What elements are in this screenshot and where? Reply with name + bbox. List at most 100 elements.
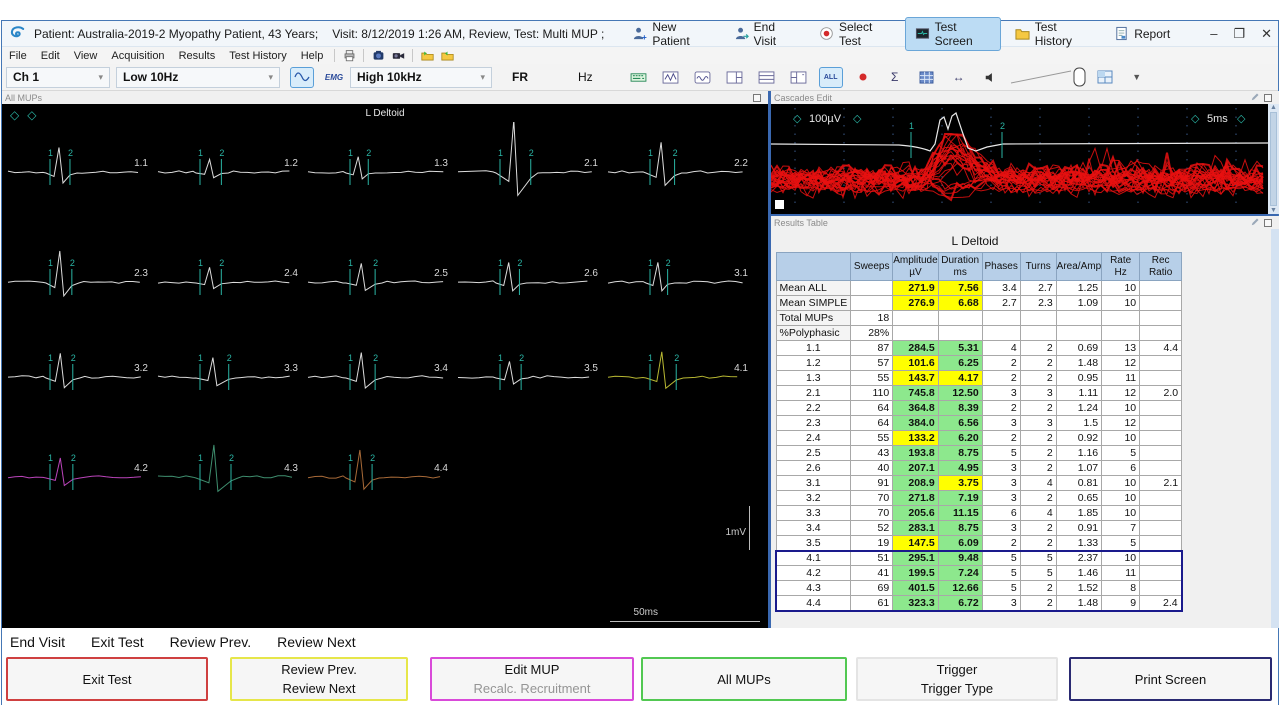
- test-history-button[interactable]: Test History: [1005, 17, 1100, 51]
- mup-trace-2.3[interactable]: 122.3: [2, 232, 152, 327]
- record-dot-icon[interactable]: [851, 67, 875, 88]
- table-row[interactable]: 1.355143.74.17220.9511: [776, 371, 1182, 386]
- menu-results[interactable]: Results: [172, 50, 223, 62]
- mup-trace-2.1[interactable]: 122.1: [452, 122, 602, 232]
- table-row[interactable]: 3.452283.18.75320.917: [776, 521, 1182, 536]
- layout-split-top-icon[interactable]: [755, 67, 779, 88]
- mup-trace-2.6[interactable]: 122.6: [452, 232, 602, 327]
- end-visit-button[interactable]: End Visit: [724, 17, 805, 51]
- table-row[interactable]: 1.187284.55.31420.69134.4: [776, 341, 1182, 356]
- panel-tools-icon[interactable]: [1251, 92, 1260, 103]
- expand-icon[interactable]: ↔: [947, 67, 971, 88]
- mup-trace-1.1[interactable]: 121.1: [2, 122, 152, 232]
- menu-edit[interactable]: Edit: [34, 50, 67, 62]
- mup-trace-4.4[interactable]: 124.4: [302, 427, 452, 542]
- mup-trace-3.2[interactable]: 123.2: [2, 327, 152, 427]
- mup-trace-3.5[interactable]: 123.5: [452, 327, 602, 427]
- table-row[interactable]: 2.264364.88.39221.2410: [776, 401, 1182, 416]
- emg-mode-icon[interactable]: EMG: [322, 67, 346, 88]
- keyboard-icon[interactable]: [627, 67, 651, 88]
- scroll-up-icon[interactable]: ▲: [1270, 104, 1277, 111]
- close-button[interactable]: ✕: [1261, 27, 1272, 40]
- table-row[interactable]: 2.364384.06.56331.512: [776, 416, 1182, 431]
- sum-icon[interactable]: Σ: [883, 67, 907, 88]
- table-row[interactable]: 4.151295.19.48552.3710: [776, 551, 1182, 566]
- volume-slider[interactable]: [1009, 66, 1087, 88]
- high-filter-select[interactable]: High 10kHz▾: [350, 67, 492, 88]
- sweep-wave-icon[interactable]: [691, 67, 715, 88]
- table-row[interactable]: 4.461323.36.72321.4892.4: [776, 596, 1182, 611]
- all-mups-view-icon[interactable]: ALL: [819, 67, 843, 88]
- mup-trace-3.3[interactable]: 123.3: [152, 327, 302, 427]
- print-screen-button[interactable]: Print Screen: [1069, 657, 1272, 701]
- mup-trace-4.1[interactable]: 124.1: [602, 327, 752, 427]
- maximize-panel-icon[interactable]: [1264, 219, 1272, 227]
- trigger-button[interactable]: TriggerTrigger Type: [856, 657, 1058, 701]
- table-row[interactable]: Total MUPs18: [776, 311, 1182, 326]
- table-row[interactable]: 4.241199.57.24551.4611: [776, 566, 1182, 581]
- folder-import-icon[interactable]: [417, 49, 437, 62]
- edit-mup-button[interactable]: Edit MUPRecalc. Recruitment: [430, 657, 634, 701]
- table-row[interactable]: %Polyphasic28%: [776, 326, 1182, 341]
- maximize-panel-icon[interactable]: [1264, 94, 1272, 102]
- report-button[interactable]: Report: [1104, 23, 1180, 44]
- table-row[interactable]: Mean SIMPLE276.96.682.72.31.0910: [776, 296, 1182, 311]
- table-row[interactable]: 4.369401.512.66521.528: [776, 581, 1182, 596]
- cascade-waveform-canvas[interactable]: 12◇100µV◇◇5ms◇ ▲▼: [771, 104, 1279, 214]
- channel-select[interactable]: Ch 1▾: [6, 67, 110, 88]
- layout-preset-icon[interactable]: [1093, 67, 1117, 88]
- scroll-thumb[interactable]: [1270, 112, 1277, 206]
- mup-waveform-canvas[interactable]: ◇◇ L Deltoid 121.1121.2121.3122.1122.212…: [2, 104, 768, 628]
- mup-trace-2.2[interactable]: 122.2: [602, 122, 752, 232]
- new-patient-button[interactable]: +New Patient: [622, 17, 719, 51]
- test-screen-button[interactable]: Test Screen: [905, 17, 1001, 51]
- minimize-button[interactable]: –: [1210, 27, 1217, 40]
- all-mups-button[interactable]: All MUPs: [641, 657, 847, 701]
- bottom-menu-exit-test[interactable]: Exit Test: [91, 634, 144, 650]
- table-row[interactable]: 3.370205.611.15641.8510: [776, 506, 1182, 521]
- bottom-menu-end-visit[interactable]: End Visit: [10, 634, 65, 650]
- camera-icon[interactable]: [368, 49, 388, 62]
- layout-split-left-icon[interactable]: [723, 67, 747, 88]
- folder-export-icon[interactable]: [437, 49, 457, 62]
- scroll-down-icon[interactable]: ▼: [1270, 207, 1277, 214]
- layout-dropdown-icon[interactable]: ▼: [1125, 67, 1149, 88]
- video-camera-icon[interactable]: [388, 49, 408, 62]
- layout-split-right-icon[interactable]: [787, 67, 811, 88]
- mup-trace-3.4[interactable]: 123.4: [302, 327, 452, 427]
- bottom-menu-review-prev-[interactable]: Review Prev.: [170, 634, 251, 650]
- menu-acquisition[interactable]: Acquisition: [104, 50, 171, 62]
- exit-test-button[interactable]: Exit Test: [6, 657, 208, 701]
- table-row[interactable]: Mean ALL271.97.563.42.71.2510: [776, 281, 1182, 296]
- mup-trace-4.2[interactable]: 124.2: [2, 427, 152, 542]
- table-row[interactable]: 2.640207.14.95321.076: [776, 461, 1182, 476]
- review-prev-next-button[interactable]: Review Prev.Review Next: [230, 657, 408, 701]
- speaker-icon[interactable]: [979, 67, 1003, 88]
- maximize-panel-icon[interactable]: [753, 94, 761, 102]
- menu-test-history[interactable]: Test History: [222, 50, 293, 62]
- bottom-menu-review-next[interactable]: Review Next: [277, 634, 356, 650]
- mup-trace-3.1[interactable]: 123.1: [602, 232, 752, 327]
- mup-trace-4.3[interactable]: 124.3: [152, 427, 302, 542]
- panel-tools-icon[interactable]: [1251, 217, 1260, 228]
- mup-trace-2.4[interactable]: 122.4: [152, 232, 302, 327]
- table-row[interactable]: 2.455133.26.20220.9210: [776, 431, 1182, 446]
- grid-icon[interactable]: [915, 67, 939, 88]
- low-filter-select[interactable]: Low 10Hz▾: [116, 67, 280, 88]
- cascade-scrollbar[interactable]: ▲▼: [1268, 104, 1279, 214]
- table-row[interactable]: 2.543193.88.75521.165: [776, 446, 1182, 461]
- table-row[interactable]: 3.519147.56.09221.335: [776, 536, 1182, 551]
- results-table[interactable]: SweepsAmplitudeµVDurationmsPhasesTurnsAr…: [775, 252, 1183, 612]
- table-row[interactable]: 2.1110745.812.50331.11122.0: [776, 386, 1182, 401]
- filter-wave-icon[interactable]: [290, 67, 314, 88]
- waveform-icon[interactable]: [659, 67, 683, 88]
- menu-help[interactable]: Help: [294, 50, 331, 62]
- menu-file[interactable]: File: [2, 50, 34, 62]
- mup-trace-2.5[interactable]: 122.5: [302, 232, 452, 327]
- select-test-button[interactable]: Select Test: [809, 17, 901, 51]
- menu-view[interactable]: View: [67, 50, 105, 62]
- table-row[interactable]: 1.257101.66.25221.4812: [776, 356, 1182, 371]
- table-row[interactable]: 3.191208.93.75340.81102.1: [776, 476, 1182, 491]
- results-scrollbar[interactable]: [1271, 229, 1279, 628]
- mup-trace-1.3[interactable]: 121.3: [302, 122, 452, 232]
